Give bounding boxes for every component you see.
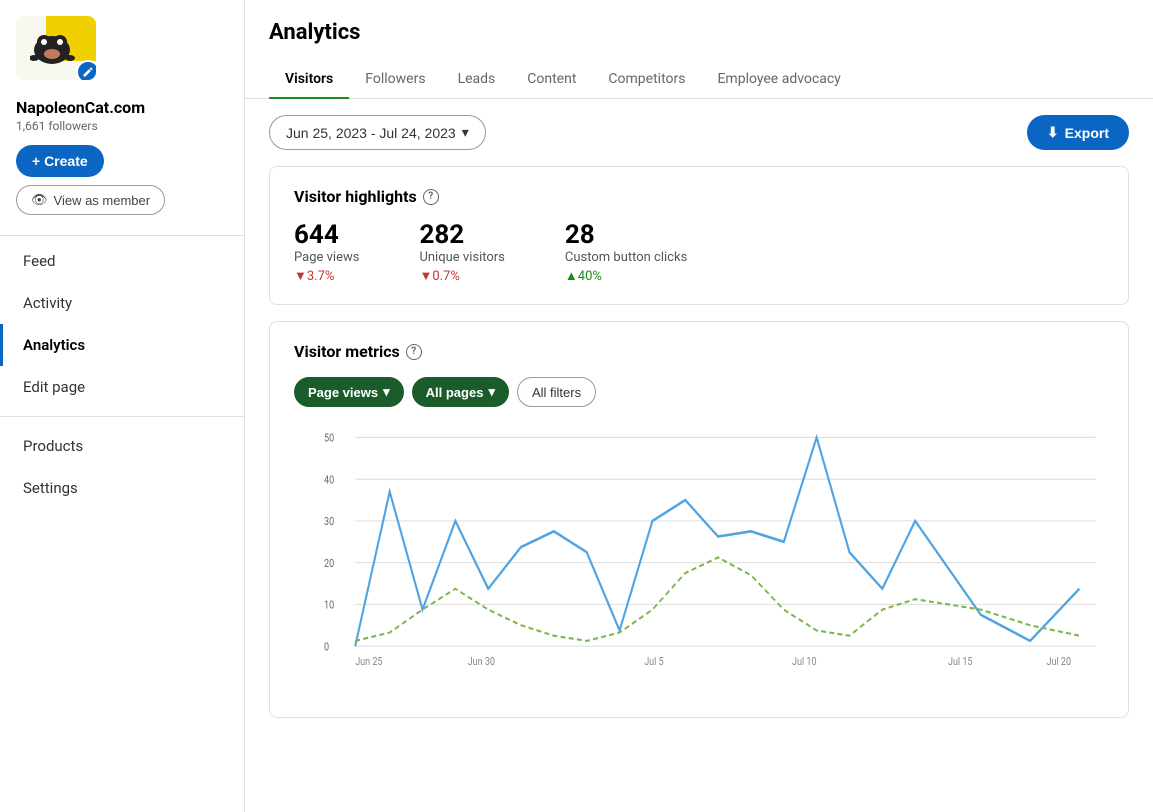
custom-clicks-change: ▲40% xyxy=(565,268,687,284)
unique-visitors-change: ▼0.7% xyxy=(419,268,504,284)
svg-text:Jul 20: Jul 20 xyxy=(1047,654,1072,667)
sidebar-divider-2 xyxy=(0,416,244,417)
highlights-grid: 644 Page views ▼3.7% 282 Unique visitors… xyxy=(294,222,1104,284)
tab-leads[interactable]: Leads xyxy=(442,61,512,99)
page-views-change: ▼3.7% xyxy=(294,268,359,284)
svg-text:0: 0 xyxy=(324,639,329,653)
view-as-member-button[interactable]: 👁 View as member xyxy=(16,185,165,215)
company-logo xyxy=(16,16,96,80)
unique-visitors-label: Unique visitors xyxy=(419,250,504,265)
chevron-down-icon-filter2: ▾ xyxy=(488,384,495,400)
highlight-unique-visitors: 282 Unique visitors ▼0.7% xyxy=(419,222,504,284)
highlight-page-views: 644 Page views ▼3.7% xyxy=(294,222,359,284)
page-views-value: 644 xyxy=(294,222,359,248)
custom-clicks-value: 28 xyxy=(565,222,687,248)
content-panel: Analytics Visitors Followers Leads Conte… xyxy=(245,0,1153,812)
sidebar-item-analytics[interactable]: Analytics xyxy=(0,324,244,366)
sidebar-item-feed[interactable]: Feed xyxy=(0,240,244,282)
blue-line-chart xyxy=(355,437,1079,646)
main-content: Analytics Visitors Followers Leads Conte… xyxy=(245,0,1153,812)
followers-count: 1,661 followers xyxy=(16,119,228,133)
svg-text:20: 20 xyxy=(324,556,334,570)
chart-svg: 50 40 30 20 10 0 xyxy=(324,427,1104,667)
date-range-label: Jun 25, 2023 - Jul 24, 2023 xyxy=(286,125,456,141)
svg-text:40: 40 xyxy=(324,472,334,486)
all-filters-button[interactable]: All filters xyxy=(517,377,596,407)
sidebar-divider-1 xyxy=(0,235,244,236)
tab-content[interactable]: Content xyxy=(511,61,592,99)
all-pages-filter-label: All pages xyxy=(426,385,484,400)
edit-logo-button[interactable] xyxy=(76,60,96,80)
company-name: NapoleonCat.com xyxy=(16,98,228,117)
sidebar-actions: + Create 👁 View as member xyxy=(0,145,244,231)
tab-followers[interactable]: Followers xyxy=(349,61,441,99)
company-logo-wrap xyxy=(16,16,96,86)
sidebar: NapoleonCat.com 1,661 followers + Create… xyxy=(0,0,245,812)
sidebar-item-activity[interactable]: Activity xyxy=(0,282,244,324)
page-views-label: Page views xyxy=(294,250,359,265)
export-button[interactable]: ⬇ Export xyxy=(1027,115,1129,150)
svg-text:Jun 30: Jun 30 xyxy=(468,654,495,667)
sidebar-item-products[interactable]: Products xyxy=(0,425,244,467)
analytics-page-title: Analytics xyxy=(269,20,1129,45)
create-button[interactable]: + Create xyxy=(16,145,104,177)
chevron-down-icon-filter1: ▾ xyxy=(383,384,390,400)
svg-text:Jun 25: Jun 25 xyxy=(355,654,382,667)
analytics-header: Analytics Visitors Followers Leads Conte… xyxy=(245,0,1153,99)
all-filters-label: All filters xyxy=(532,385,581,400)
svg-text:10: 10 xyxy=(324,597,334,611)
metrics-card-title: Visitor metrics ? xyxy=(294,342,1104,361)
chevron-down-icon: ▾ xyxy=(462,124,469,141)
mole-svg xyxy=(30,20,82,70)
sidebar-header xyxy=(0,0,244,98)
visitor-metrics-chart: 50 40 30 20 10 0 xyxy=(294,427,1104,697)
company-info: NapoleonCat.com 1,661 followers xyxy=(0,98,244,145)
sidebar-nav: Feed Activity Analytics Edit page Produc… xyxy=(0,240,244,509)
svg-text:Jul 5: Jul 5 xyxy=(644,654,664,667)
metrics-filters: Page views ▾ All pages ▾ All filters xyxy=(294,377,1104,407)
visitor-metrics-card: Visitor metrics ? Page views ▾ All pages… xyxy=(269,321,1129,718)
metrics-help-icon[interactable]: ? xyxy=(406,344,422,360)
export-label: Export xyxy=(1065,125,1109,141)
unique-visitors-value: 282 xyxy=(419,222,504,248)
date-range-picker[interactable]: Jun 25, 2023 - Jul 24, 2023 ▾ xyxy=(269,115,486,150)
tab-competitors[interactable]: Competitors xyxy=(592,61,701,99)
svg-text:50: 50 xyxy=(324,430,334,444)
svg-text:Jul 15: Jul 15 xyxy=(948,654,973,667)
filter-row: Jun 25, 2023 - Jul 24, 2023 ▾ ⬇ Export xyxy=(245,99,1153,166)
sidebar-item-settings[interactable]: Settings xyxy=(0,467,244,509)
highlight-custom-clicks: 28 Custom button clicks ▲40% xyxy=(565,222,687,284)
svg-text:30: 30 xyxy=(324,514,334,528)
page-views-filter-button[interactable]: Page views ▾ xyxy=(294,377,404,407)
analytics-tabs: Visitors Followers Leads Content Competi… xyxy=(269,61,1129,98)
visitor-highlights-card: Visitor highlights ? 644 Page views ▼3.7… xyxy=(269,166,1129,305)
highlights-card-title: Visitor highlights ? xyxy=(294,187,1104,206)
highlights-help-icon[interactable]: ? xyxy=(423,189,439,205)
all-pages-filter-button[interactable]: All pages ▾ xyxy=(412,377,509,407)
logo-mole-icon xyxy=(30,20,82,77)
download-icon: ⬇ xyxy=(1047,124,1059,141)
tab-employee-advocacy[interactable]: Employee advocacy xyxy=(701,61,856,99)
eye-icon: 👁 xyxy=(31,192,48,208)
svg-text:Jul 10: Jul 10 xyxy=(792,654,817,667)
page-views-filter-label: Page views xyxy=(308,385,378,400)
sidebar-item-edit-page[interactable]: Edit page xyxy=(0,366,244,408)
custom-clicks-label: Custom button clicks xyxy=(565,250,687,265)
tab-visitors[interactable]: Visitors xyxy=(269,61,349,99)
view-member-label: View as member xyxy=(54,193,151,208)
